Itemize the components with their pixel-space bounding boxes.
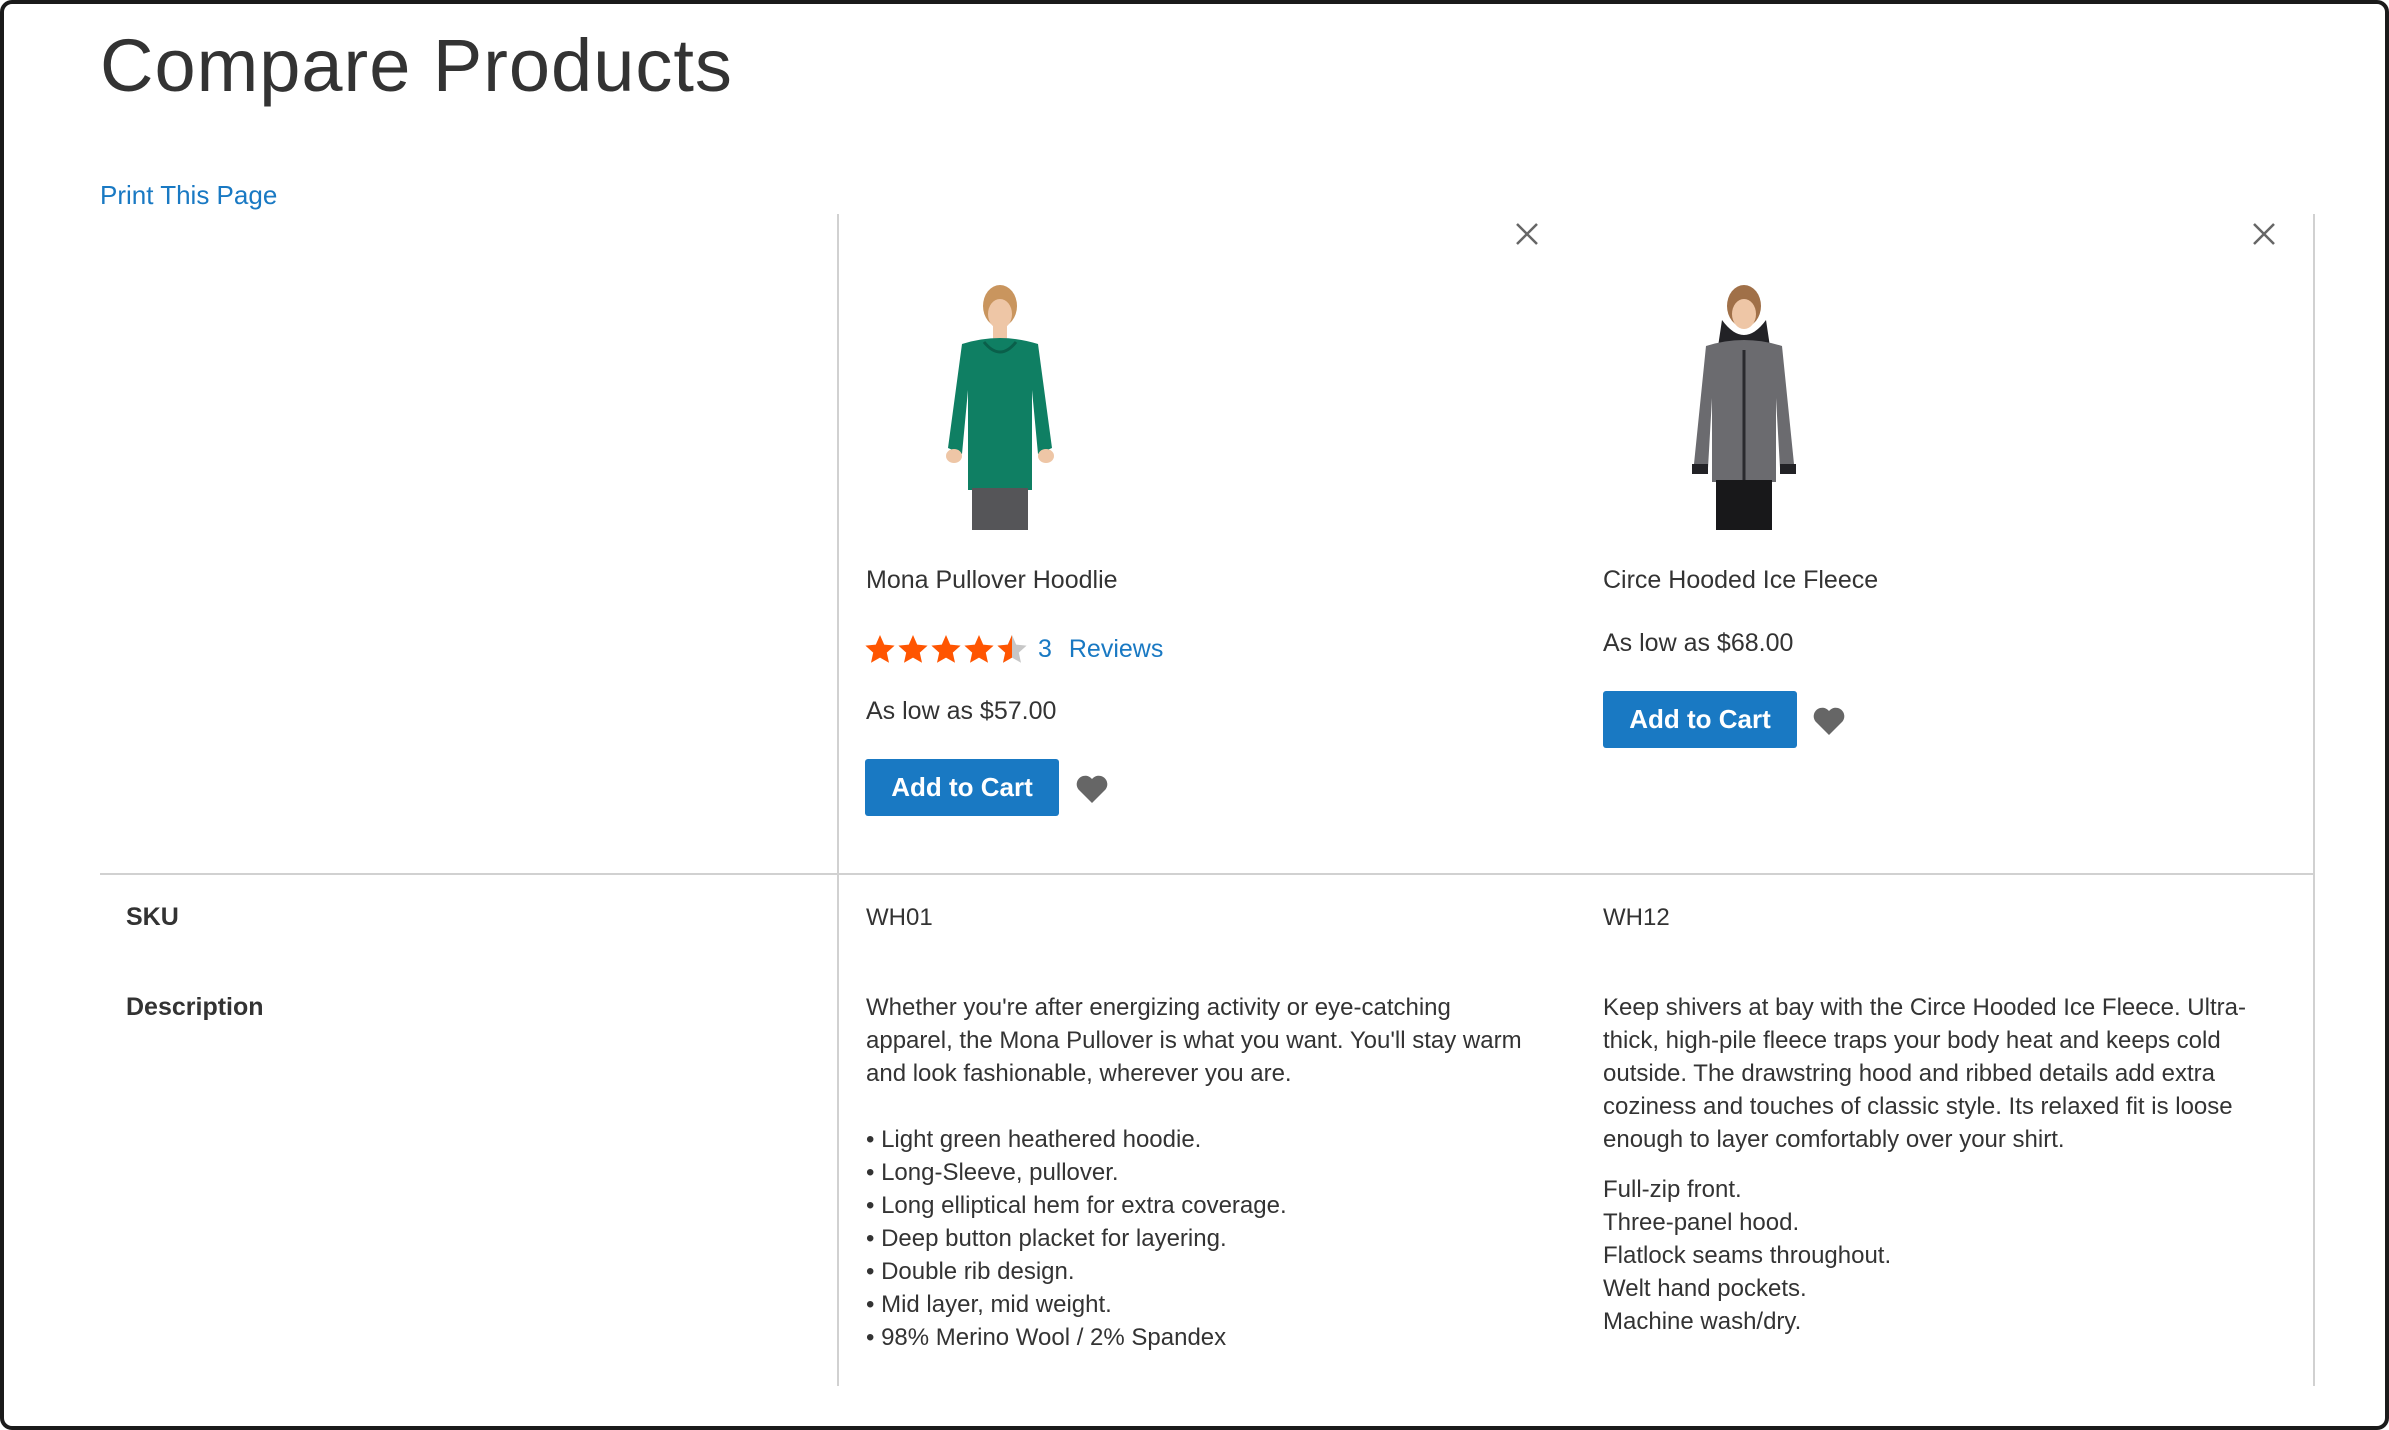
close-icon xyxy=(1516,223,1538,245)
product-image[interactable] xyxy=(920,280,1080,530)
feature-item: • Double rib design. xyxy=(866,1258,1075,1285)
feature-item: • Deep button placket for layering. xyxy=(866,1225,1227,1252)
feature-item: Full-zip front. xyxy=(1603,1176,1742,1203)
reviews-link[interactable]: 3 Reviews xyxy=(1038,635,1163,664)
heart-icon xyxy=(1813,707,1845,735)
description-line: apparel, the Mona Pullover is what you w… xyxy=(866,1027,1522,1054)
product-price: As low as $68.00 xyxy=(1603,629,1794,657)
star-half-icon xyxy=(996,633,1028,665)
feature-item: • Long-Sleeve, pullover. xyxy=(866,1159,1119,1186)
feature-item: • Light green heathered hoodie. xyxy=(866,1126,1202,1153)
feature-item: Machine wash/dry. xyxy=(1603,1308,1802,1335)
product-description: Whether you're after energizing activity… xyxy=(866,991,1522,1354)
description-line: outside. The drawstring hood and ribbed … xyxy=(1603,1060,2215,1087)
description-line: Whether you're after energizing activity… xyxy=(866,994,1451,1021)
sku-value: WH12 xyxy=(1603,904,1670,931)
description-line: and look fashionable, wherever you are. xyxy=(866,1060,1292,1087)
heart-icon xyxy=(1076,775,1108,803)
rating-stars xyxy=(864,633,1028,665)
product-name-link[interactable]: Mona Pullover Hoodlie xyxy=(866,566,1118,595)
feature-item: • 98% Merino Wool / 2% Spandex xyxy=(866,1324,1227,1351)
star-icon xyxy=(930,633,962,665)
feature-item: • Long elliptical hem for extra coverage… xyxy=(866,1192,1287,1219)
product-description: Keep shivers at bay with the Circe Hoode… xyxy=(1603,991,2246,1338)
description-line: Keep shivers at bay with the Circe Hoode… xyxy=(1603,994,2246,1021)
row-divider xyxy=(100,873,2315,875)
product-price: As low as $57.00 xyxy=(866,697,1057,725)
star-icon xyxy=(897,633,929,665)
print-page-link[interactable]: Print This Page xyxy=(100,180,277,211)
product-rating: 3 Reviews xyxy=(864,633,1163,665)
page-title: Compare Products xyxy=(100,24,733,107)
star-icon xyxy=(963,633,995,665)
description-line: thick, high-pile fleece traps your body … xyxy=(1603,1027,2221,1054)
add-to-cart-button[interactable]: Add to Cart xyxy=(1603,691,1797,748)
feature-item: Flatlock seams throughout. xyxy=(1603,1242,1892,1269)
feature-item: Welt hand pockets. xyxy=(1603,1275,1807,1302)
star-icon xyxy=(864,633,896,665)
add-to-wishlist-button[interactable] xyxy=(1812,706,1846,736)
product-photo xyxy=(946,285,1054,530)
sku-value: WH01 xyxy=(866,904,933,931)
product-name-link[interactable]: Circe Hooded Ice Fleece xyxy=(1603,566,1878,595)
description-line: coziness and touches of classic style. I… xyxy=(1603,1093,2233,1120)
column-divider xyxy=(2313,214,2315,1386)
close-icon xyxy=(2253,223,2275,245)
column-divider xyxy=(837,214,839,1386)
description-row-label: Description xyxy=(126,993,264,1021)
remove-product-button[interactable] xyxy=(2248,218,2280,250)
feature-item: • Mid layer, mid weight. xyxy=(866,1291,1112,1318)
add-to-wishlist-button[interactable] xyxy=(1075,774,1109,804)
product-image[interactable] xyxy=(1664,280,1824,530)
feature-item: Three-panel hood. xyxy=(1603,1209,1800,1236)
sku-row-label: SKU xyxy=(126,903,179,931)
description-line: enough to layer comfortably over your sh… xyxy=(1603,1126,2065,1153)
add-to-cart-button[interactable]: Add to Cart xyxy=(865,759,1059,816)
remove-product-button[interactable] xyxy=(1511,218,1543,250)
product-photo xyxy=(1692,285,1796,530)
